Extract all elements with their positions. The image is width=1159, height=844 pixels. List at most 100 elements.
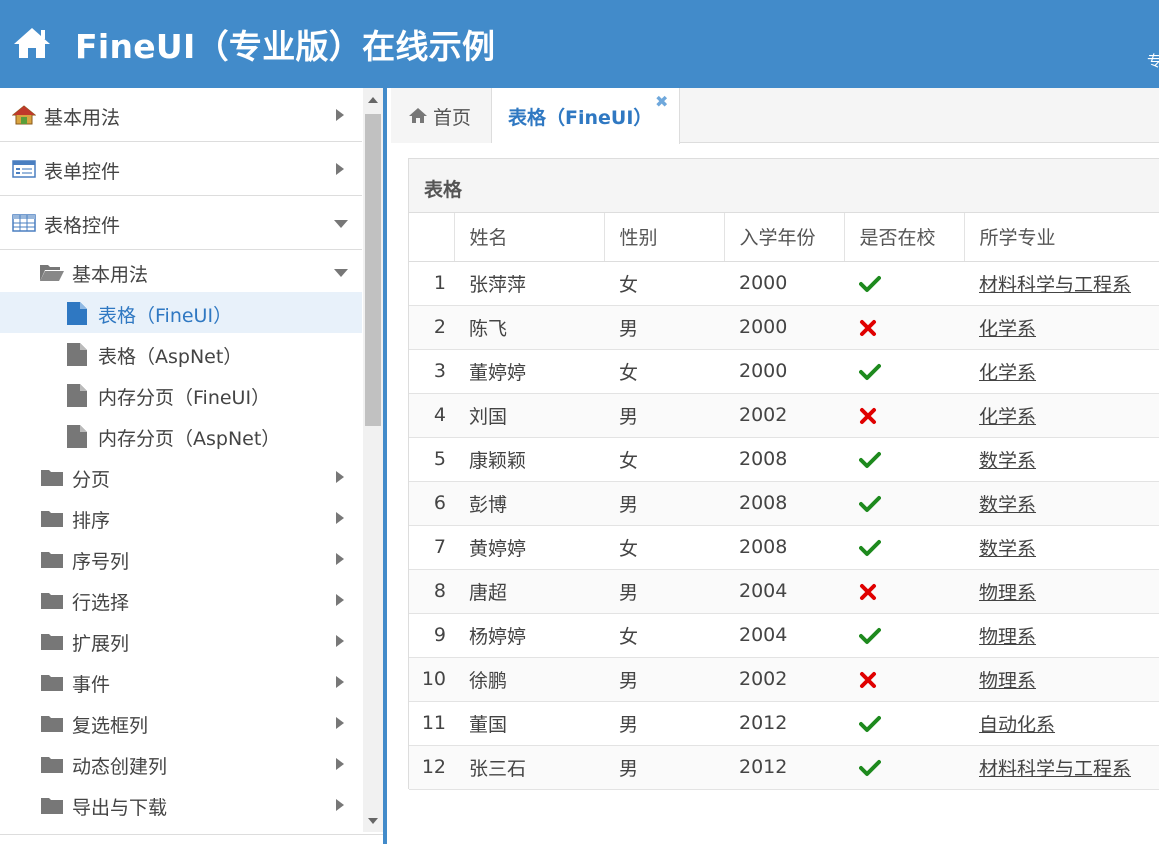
sidebar-group-label: 基本用法	[44, 107, 121, 129]
sidebar-item-label: 复选框列	[72, 715, 149, 737]
sidebar-item-sort[interactable]: 排序	[0, 497, 362, 538]
sidebar-group-basic[interactable]: 基本用法	[0, 88, 362, 142]
sidebar-item-memory-paging-aspnet[interactable]: 内存分页（AspNet）	[0, 415, 362, 456]
column-header-rownum	[409, 213, 454, 262]
sidebar-item-paging[interactable]: 分页	[0, 456, 362, 497]
sidebar-item-memory-paging-fineui[interactable]: 内存分页（FineUI）	[0, 374, 362, 415]
major-link[interactable]: 数学系	[979, 538, 1036, 560]
sidebar-item-label: 表格（AspNet）	[98, 346, 243, 368]
scroll-down-icon[interactable]	[368, 818, 378, 824]
row-number: 8	[409, 569, 454, 614]
table-row[interactable]: 11 董国男 2012 自动化系	[409, 701, 1159, 746]
column-header-in-school[interactable]: 是否在校	[843, 213, 964, 262]
major-link[interactable]: 物理系	[979, 670, 1036, 692]
column-header-year[interactable]: 入学年份	[723, 213, 844, 262]
sidebar-item-grid-fineui[interactable]: 表格（FineUI）	[0, 292, 362, 333]
cell-major: 数学系	[964, 437, 1159, 482]
major-link[interactable]: 化学系	[979, 318, 1036, 340]
tab-home[interactable]: 首页	[391, 88, 492, 143]
sidebar-item-row-select[interactable]: 行选择	[0, 579, 362, 620]
chevron-right-icon	[336, 471, 344, 483]
folder-icon	[41, 511, 63, 527]
major-link[interactable]: 化学系	[979, 406, 1036, 428]
cell-year: 2000	[724, 261, 844, 306]
sidebar-item-label: 事件	[72, 674, 111, 696]
chevron-right-icon	[336, 594, 344, 606]
row-number: 11	[409, 701, 454, 746]
sidebar-scrollbar[interactable]	[363, 88, 383, 832]
folder-icon	[41, 593, 63, 609]
table-row[interactable]: 8 唐超男 2004 物理系	[409, 569, 1159, 614]
table-row[interactable]: 7 黄婷婷女 2008 数学系	[409, 525, 1159, 570]
home-icon[interactable]	[12, 26, 52, 60]
row-number: 5	[409, 437, 454, 482]
row-number: 4	[409, 393, 454, 438]
column-header-major[interactable]: 所学专业	[963, 213, 1159, 262]
table-row[interactable]: 1 张萍萍女 2000 材料科学与工程系	[409, 261, 1159, 306]
file-icon	[67, 384, 87, 407]
chevron-right-icon	[336, 109, 344, 121]
chevron-right-icon	[336, 799, 344, 811]
cell-gender: 男	[604, 745, 724, 790]
sidebar-item-label: 分页	[72, 469, 111, 491]
sidebar-item-checkbox-column[interactable]: 复选框列	[0, 702, 362, 743]
sidebar-group-table[interactable]: 表格控件	[0, 196, 362, 250]
sidebar-group-form[interactable]: 表单控件	[0, 142, 362, 196]
table-row[interactable]: 10 徐鹏男 2002 物理系	[409, 657, 1159, 702]
sidebar-item-dynamic-column[interactable]: 动态创建列	[0, 743, 362, 784]
sidebar-item-row-number[interactable]: 序号列	[0, 538, 362, 579]
major-link[interactable]: 物理系	[979, 626, 1036, 648]
close-icon[interactable]: ✖	[655, 92, 668, 111]
sidebar-item-expand-column[interactable]: 扩展列	[0, 620, 362, 661]
sidebar-divider	[0, 834, 383, 835]
major-link[interactable]: 化学系	[979, 362, 1036, 384]
sidebar-item-label: 扩展列	[72, 633, 130, 655]
column-header-name[interactable]: 姓名	[453, 213, 604, 262]
cell-year: 2000	[724, 305, 844, 350]
chevron-down-icon	[334, 220, 348, 228]
sidebar-item-export-download[interactable]: 导出与下载	[0, 784, 362, 825]
data-grid: 姓名 性别 入学年份 是否在校 所学专业 1 张萍萍女 2000 材料科学与工程系 2 陈…	[409, 213, 1159, 790]
check-icon	[859, 715, 881, 732]
table-row[interactable]: 12 张三石男 2012 材料科学与工程系	[409, 745, 1159, 790]
cell-major: 材料科学与工程系	[964, 261, 1159, 306]
major-link[interactable]: 材料科学与工程系	[979, 274, 1131, 296]
form-icon	[12, 160, 36, 178]
table-row[interactable]: 3 董婷婷女 2000 化学系	[409, 349, 1159, 394]
scrollbar-thumb[interactable]	[365, 114, 381, 426]
cell-major: 物理系	[964, 613, 1159, 658]
major-link[interactable]: 数学系	[979, 494, 1036, 516]
cell-year: 2002	[724, 657, 844, 702]
table-row[interactable]: 5 康颖颖女 2008 数学系	[409, 437, 1159, 482]
cell-major: 材料科学与工程系	[964, 745, 1159, 790]
table-row[interactable]: 4 刘国男 2002 化学系	[409, 393, 1159, 438]
header-right-text[interactable]: 专	[1147, 50, 1159, 71]
column-header-gender[interactable]: 性别	[603, 213, 724, 262]
row-number: 2	[409, 305, 454, 350]
cell-year: 2008	[724, 525, 844, 570]
sidebar-item-basic[interactable]: 基本用法	[0, 251, 362, 292]
table-row[interactable]: 6 彭博男 2008 数学系	[409, 481, 1159, 526]
cell-name: 彭博	[454, 481, 604, 526]
sidebar-item-events[interactable]: 事件	[0, 661, 362, 702]
folder-icon	[41, 634, 63, 650]
cell-gender: 男	[604, 569, 724, 614]
cell-in-school	[844, 745, 964, 790]
major-link[interactable]: 自动化系	[979, 714, 1055, 736]
major-link[interactable]: 物理系	[979, 582, 1036, 604]
cell-major: 数学系	[964, 525, 1159, 570]
chevron-right-icon	[336, 512, 344, 524]
sidebar-item-grid-aspnet[interactable]: 表格（AspNet）	[0, 333, 362, 374]
cell-year: 2004	[724, 569, 844, 614]
scroll-up-icon[interactable]	[368, 97, 378, 103]
tab-grid-fineui[interactable]: 表格（FineUI） ✖	[492, 88, 680, 144]
sidebar-item-label: 导出与下载	[72, 797, 168, 819]
folder-icon	[41, 716, 63, 732]
major-link[interactable]: 数学系	[979, 450, 1036, 472]
table-row[interactable]: 9 杨婷婷女 2004 物理系	[409, 613, 1159, 658]
table-icon	[12, 214, 36, 232]
table-row[interactable]: 2 陈飞男 2000 化学系	[409, 305, 1159, 350]
cell-gender: 男	[604, 393, 724, 438]
check-icon	[859, 363, 881, 380]
major-link[interactable]: 材料科学与工程系	[979, 758, 1131, 780]
